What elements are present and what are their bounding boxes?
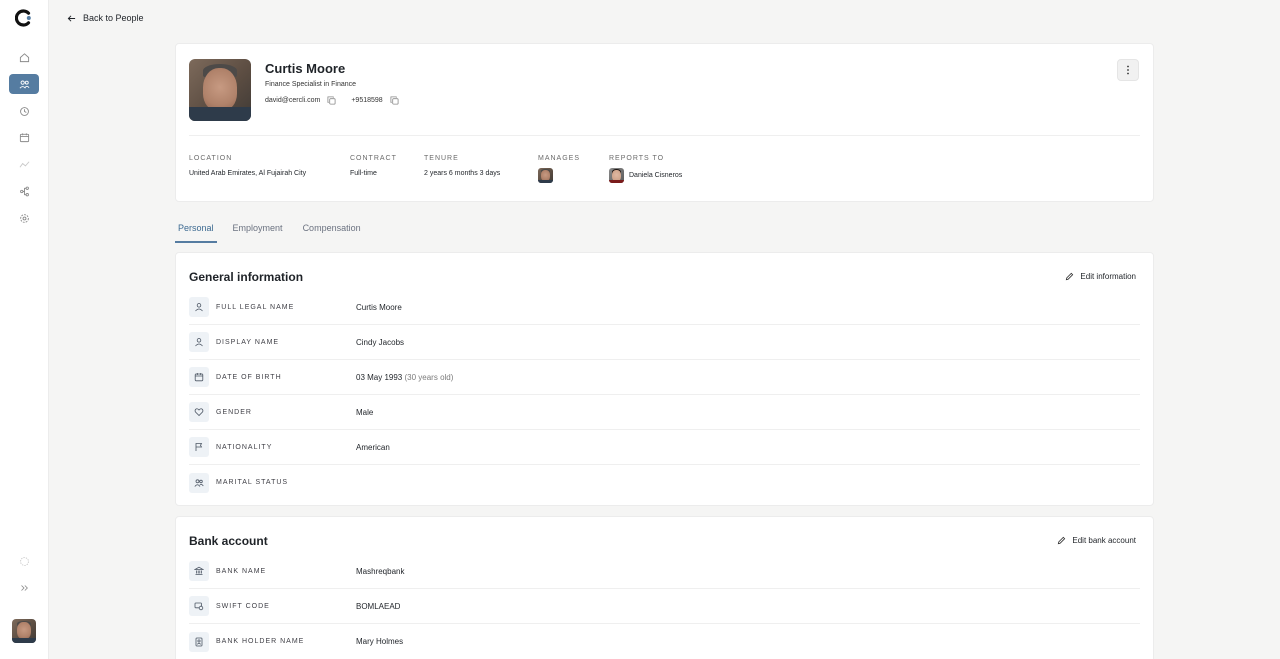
swift-icon [189,596,209,616]
bank-label: SWIFT CODE [216,602,270,610]
more-vertical-icon [1127,65,1129,75]
profile-job-title: Finance Specialist in Finance [265,81,357,88]
info-value: Male [356,407,374,417]
info-value: American [356,442,390,452]
pencil-icon [1066,272,1074,281]
location-field: LOCATION United Arab Emirates, Al Fujair… [189,155,306,177]
reports-to-label: REPORTS TO [609,155,665,162]
info-label: DATE OF BIRTH [216,373,282,381]
general-information-title: General information [189,270,304,284]
info-value: Cindy Jacobs [356,337,405,347]
expand-sidebar-icon[interactable] [9,578,39,598]
edit-information-button[interactable]: Edit information [1065,272,1136,281]
calendar-icon[interactable] [9,127,39,147]
reports-to-name: Daniela Cisneros [629,172,683,179]
manages-label: MANAGES [538,155,581,162]
info-row-gender: GENDER Male [189,395,1140,430]
bank-label: BANK HOLDER NAME [216,638,305,645]
contract-value: Full-time [350,170,377,177]
age-value: (30 years old) [404,372,454,382]
user-icon [189,297,209,317]
copy-email-icon[interactable] [327,96,336,105]
bank-value: Mashreqbank [356,566,405,576]
people-icon[interactable] [9,74,39,94]
bank-account-card: Bank account Edit bank account BANK NAME… [175,516,1154,659]
sidebar [0,0,49,659]
info-row-date-of-birth: DATE OF BIRTH 03 May 1993 (30 years old) [189,360,1140,395]
profile-card: Curtis Moore Finance Specialist in Finan… [175,43,1154,202]
info-row-marital-status: MARITAL STATUS [189,465,1140,500]
general-information-card: General information Edit information FUL… [175,252,1154,506]
users-icon [189,472,209,493]
location-value: United Arab Emirates, Al Fujairah City [189,170,307,177]
date-of-birth-value: 03 May 1993 [356,372,403,382]
more-options-button[interactable] [1117,59,1139,81]
back-link-label: Back to People [83,13,144,23]
home-icon[interactable] [9,47,39,67]
location-label: LOCATION [189,155,233,162]
info-value: 03 May 1993 (30 years old) [356,373,453,382]
tenure-field: TENURE 2 years 6 months 3 days [424,155,500,177]
calendar-icon [189,367,209,387]
contract-label: CONTRACT [350,155,397,162]
bank-value: BOMLAEAD [356,601,401,611]
reports-to-person[interactable]: Daniela Cisneros [609,168,682,183]
bank-account-rows: BANK NAME Mashreqbank SWIFT CODE BOMLAEA… [189,554,1140,659]
tenure-label: TENURE [424,155,459,162]
settings-icon[interactable] [9,208,39,228]
info-value: Curtis Moore [356,302,402,312]
edit-bank-account-label: Edit bank account [1072,536,1136,545]
help-icon[interactable] [9,551,39,571]
reports-to-field: REPORTS TO Daniela Cisneros [609,155,682,183]
info-label: NATIONALITY [216,443,273,451]
profile-tabs: Personal Employment Compensation [175,221,381,243]
bank-row-holder-name: BANK HOLDER NAME Mary Holmes [189,624,1140,659]
manager-avatar [609,168,624,183]
profile-divider [189,135,1140,136]
profile-contact: david@cercli.com +9518598 [265,96,414,105]
cercli-logo[interactable] [15,9,33,27]
user-icon [189,332,209,352]
heart-icon [189,402,209,422]
pencil-icon [1058,536,1066,545]
bank-row-bank-name: BANK NAME Mashreqbank [189,554,1140,589]
edit-bank-account-button[interactable]: Edit bank account [1057,536,1136,545]
bank-value: Mary Holmes [356,637,404,646]
edit-information-label: Edit information [1080,272,1136,281]
profile-email: david@cercli.com [265,97,321,104]
info-row-display-name: DISPLAY NAME Cindy Jacobs [189,325,1140,360]
profile-name: Curtis Moore [265,61,346,76]
analytics-icon[interactable] [9,154,39,174]
info-label: MARITAL STATUS [216,479,289,486]
bank-row-swift-code: SWIFT CODE BOMLAEAD [189,589,1140,624]
bank-account-title: Bank account [189,534,268,548]
back-to-people-link[interactable]: Back to People [67,13,144,23]
bank-icon [189,561,209,581]
info-label: FULL LEGAL NAME [216,303,295,311]
contract-field: CONTRACT Full-time [350,155,397,177]
managed-person-avatar[interactable] [538,168,553,183]
bank-label: BANK NAME [216,567,267,575]
copy-phone-icon[interactable] [390,96,399,105]
info-row-nationality: NATIONALITY American [189,430,1140,465]
current-user-avatar[interactable] [12,619,36,643]
id-card-icon [189,631,209,652]
tab-employment[interactable]: Employment [233,221,283,243]
org-chart-icon[interactable] [9,181,39,201]
arrow-left-icon [67,14,76,22]
tab-personal[interactable]: Personal [175,221,217,243]
profile-photo [189,59,251,121]
manages-field: MANAGES [538,155,580,183]
info-label: GENDER [216,408,252,416]
flag-icon [189,437,209,457]
tenure-value: 2 years 6 months 3 days [424,170,501,177]
time-off-icon[interactable] [9,101,39,121]
profile-phone: +9518598 [351,97,383,104]
tab-compensation[interactable]: Compensation [303,221,361,243]
info-row-full-legal-name: FULL LEGAL NAME Curtis Moore [189,290,1140,325]
info-label: DISPLAY NAME [216,338,280,346]
general-information-rows: FULL LEGAL NAME Curtis Moore DISPLAY NAM… [189,290,1140,500]
